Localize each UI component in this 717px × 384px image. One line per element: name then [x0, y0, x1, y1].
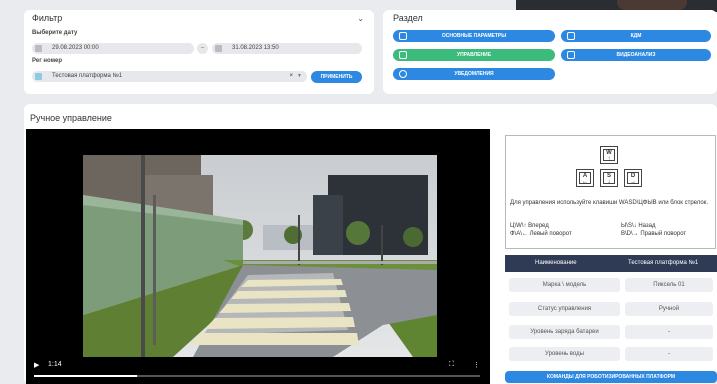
clear-icon[interactable]: ×: [289, 71, 293, 82]
date-to-value: 31.08.2023 13:50: [232, 45, 279, 51]
key-back-text: Ы\S\↓ Назад: [621, 223, 656, 229]
video-time: 1:14: [48, 361, 62, 368]
arrow-down-icon: ↓: [607, 179, 611, 185]
key-right-text: В\D\→ Правый поворот: [621, 231, 687, 237]
play-icon[interactable]: ▶: [34, 361, 39, 369]
date-from-input[interactable]: 29.08.2023 00:00: [32, 43, 194, 54]
table-row: Уровень заряда батареи -: [505, 323, 717, 341]
date-label: Выберите дату: [32, 30, 78, 36]
row-label: Уровень воды: [509, 347, 620, 361]
video-progress-fill: [34, 375, 137, 377]
reg-select[interactable]: Тестовая платформа №1 × ▼: [32, 71, 307, 82]
calendar-icon: [215, 45, 222, 52]
fullscreen-icon[interactable]: ⛶: [449, 361, 454, 369]
row-label: Уровень заряда батареи: [509, 325, 620, 339]
manual-title: Ручное управление: [30, 113, 112, 123]
date-separator: –: [197, 43, 208, 54]
kdm-label: КДМ: [630, 33, 642, 39]
video-player[interactable]: ▶ 1:14 ⛶ ⋮: [26, 129, 490, 384]
control-button[interactable]: УПРАВЛЕНИЕ: [393, 49, 555, 61]
sliders-icon: [399, 32, 407, 40]
table-row: Марка \ модель Пиксель 01: [505, 276, 717, 294]
section-card: Раздел ОСНОВНЫЕ ПАРАМЕТРЫ КДМ УПРАВЛЕНИЕ…: [383, 10, 717, 94]
key-a[interactable]: A ←: [576, 169, 594, 187]
filter-title: Фильтр: [32, 13, 63, 23]
notifications-button[interactable]: УВЕДОМЛЕНИЯ: [393, 68, 555, 80]
bell-icon: [399, 70, 407, 78]
table-row: Уровень воды -: [505, 345, 717, 363]
row-value: -: [625, 325, 713, 339]
main-params-label: ОСНОВНЫЕ ПАРАМЕТРЫ: [441, 33, 507, 39]
video-progress-bar[interactable]: [34, 375, 480, 377]
camera-frame: [83, 155, 437, 357]
row-label: Статус управления: [509, 302, 620, 316]
more-options-icon[interactable]: ⋮: [473, 361, 480, 369]
header-value: Тестовая платформа №1: [628, 260, 699, 266]
car-icon: [567, 32, 575, 40]
keys-instructions: Для управления используйте клавиши WASD\…: [510, 200, 709, 206]
chevron-down-icon[interactable]: ▼: [297, 71, 302, 82]
arrow-left-icon: ←: [582, 179, 588, 185]
reg-label: Рег номер: [32, 58, 63, 64]
key-forward-text: Ц\W\↑ Вперед: [510, 223, 549, 229]
robot-commands-button[interactable]: КОМАНДЫ ДЛЯ РОБОТИЗИРОВАННЫХ ПЛАТФОРМ: [505, 371, 717, 383]
key-w[interactable]: W ↑: [600, 146, 618, 164]
main-params-button[interactable]: ОСНОВНЫЕ ПАРАМЕТРЫ: [393, 30, 555, 42]
joystick-icon: [399, 51, 407, 59]
keyboard-help-panel: W ↑ A ← S ↓ D → Для управления используй…: [505, 135, 716, 249]
manual-control-card: Ручное управление ▶ 1:14 ⛶ ⋮ W ↑ A ← S ↓…: [24, 104, 717, 384]
reg-value: Тестовая платформа №1: [52, 73, 123, 79]
row-value: Ручной: [625, 302, 713, 316]
notifications-label: УВЕДОМЛЕНИЯ: [454, 71, 494, 77]
date-to-input[interactable]: 31.08.2023 13:50: [212, 43, 362, 54]
date-from-value: 29.08.2023 00:00: [52, 45, 99, 51]
kdm-button[interactable]: КДМ: [561, 30, 711, 42]
video-icon: [567, 51, 575, 59]
key-d[interactable]: D →: [624, 169, 642, 187]
car-icon: [35, 73, 42, 80]
video-analysis-label: ВИДЕОАНАЛИЗ: [616, 52, 656, 58]
video-analysis-button[interactable]: ВИДЕОАНАЛИЗ: [561, 49, 711, 61]
key-left-text: Ф\A\← Левый поворот: [510, 231, 572, 237]
apply-button[interactable]: ПРИМЕНИТЬ: [311, 71, 362, 83]
filter-card: Фильтр ⌄ Выберите дату 29.08.2023 00:00 …: [24, 10, 374, 94]
key-s[interactable]: S ↓: [600, 169, 618, 187]
info-table-header: Наименование Тестовая платформа №1: [505, 255, 717, 272]
control-label: УПРАВЛЕНИЕ: [456, 52, 492, 58]
row-value: -: [625, 347, 713, 361]
arrow-right-icon: →: [630, 179, 636, 185]
section-title: Раздел: [393, 13, 423, 23]
header-name: Наименование: [535, 260, 577, 266]
table-row: Статус управления Ручной: [505, 300, 717, 318]
chevron-down-icon[interactable]: ⌄: [357, 14, 364, 23]
row-value: Пиксель 01: [625, 278, 713, 292]
calendar-icon: [35, 45, 42, 52]
arrow-up-icon: ↑: [607, 156, 611, 162]
row-label: Марка \ модель: [509, 278, 620, 292]
